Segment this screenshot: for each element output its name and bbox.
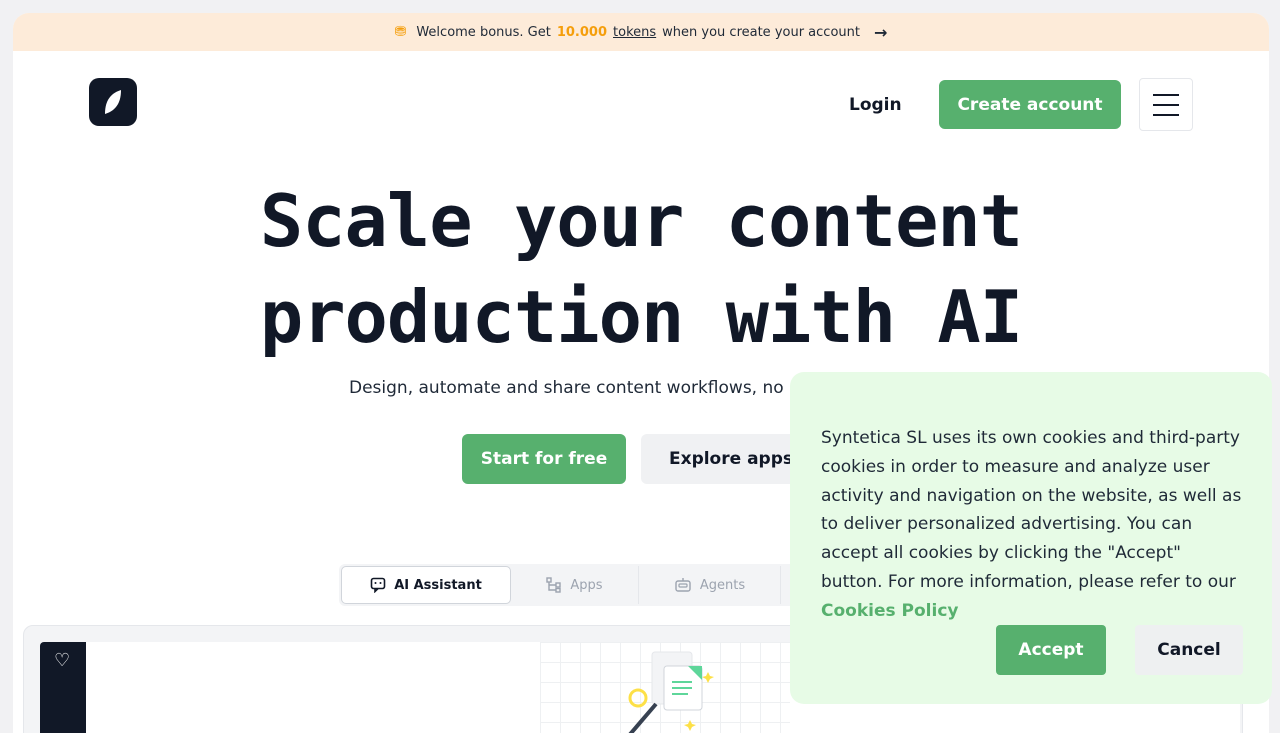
tab-apps[interactable]: Apps [511,566,639,604]
hero-title-line2: production with AI [259,275,1023,359]
hero-subtitle: Design, automate and share content workf… [349,378,784,398]
arrow-right-icon[interactable]: → [874,23,887,42]
cancel-cookies-button[interactable]: Cancel [1135,625,1243,675]
coins-icon: ⛃ [394,24,407,40]
feature-tabs: AI Assistant Apps Agents [339,564,819,606]
cookie-consent-dialog: Syntetica SL uses its own cookies and th… [790,372,1272,704]
tab-label: Apps [570,577,603,593]
robot-icon [675,578,691,592]
tab-ai-assistant[interactable]: AI Assistant [341,566,511,604]
hero-title: Scale your content production with AI [13,173,1269,365]
hero-title-line1: Scale your content [259,179,1023,263]
tab-agents[interactable]: Agents [639,566,781,604]
chat-icon [370,577,386,593]
illustration [540,642,790,733]
menu-line [1153,113,1179,116]
menu-line [1153,93,1179,96]
login-link[interactable]: Login [849,95,902,115]
promo-banner[interactable]: ⛃ Welcome bonus. Get 10.000 tokens when … [13,13,1269,51]
tab-label: AI Assistant [394,577,482,593]
create-account-button[interactable]: Create account [939,80,1121,129]
cookies-policy-link[interactable]: Cookies Policy [821,597,1242,626]
promo-suffix: when you create your account [662,24,860,40]
heart-icon[interactable]: ♡ [54,650,70,671]
logo[interactable] [89,78,137,126]
cookie-text: Syntetica SL uses its own cookies and th… [821,424,1242,626]
preview-sidebar: ♡ [40,642,86,733]
flow-icon [546,577,562,593]
hamburger-menu-button[interactable] [1139,78,1193,131]
promo-prefix: Welcome bonus. Get [416,24,551,40]
cookie-message: Syntetica SL uses its own cookies and th… [821,428,1242,592]
document-wand-illustration [628,651,714,733]
promo-tokens-link[interactable]: tokens [613,25,656,40]
leaf-icon [105,90,121,114]
tab-label: Agents [699,577,746,593]
start-for-free-button[interactable]: Start for free [462,434,626,484]
promo-amount: 10.000 [556,24,608,40]
menu-line [1153,103,1179,106]
accept-cookies-button[interactable]: Accept [996,625,1106,675]
